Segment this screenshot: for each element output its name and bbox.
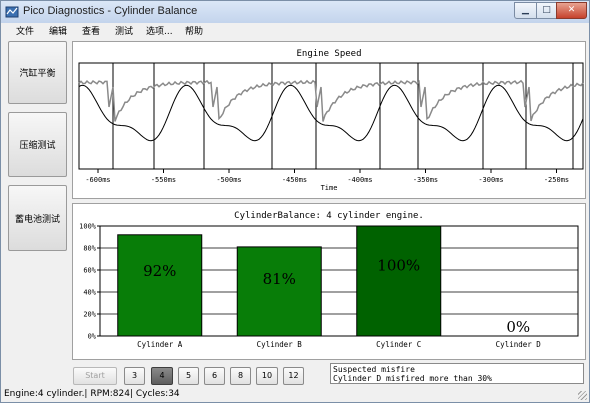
title-bar: Pico Diagnostics - Cylinder Balance ▁ □ … [1, 1, 589, 23]
battery-test-button[interactable]: 蓄电池测试 [8, 185, 67, 251]
balance-y-tick-label: 100% [79, 223, 97, 231]
window-title: Pico Diagnostics - Cylinder Balance [23, 5, 198, 17]
cylinder-balance-button[interactable]: 汽缸平衡 [8, 41, 67, 104]
status-text: Engine:4 cylinder.| RPM:824| Cycles:34 [4, 389, 180, 399]
battery-test-label: 蓄电池测试 [14, 214, 60, 225]
cycle-option-button[interactable]: 6 [204, 367, 225, 385]
engine-speed-plot-area [78, 62, 584, 170]
maximize-button[interactable]: □ [536, 2, 557, 19]
resize-grip-icon[interactable] [578, 391, 587, 400]
cycle-option-button[interactable]: 12 [283, 367, 304, 385]
compression-test-label: 压缩测试 [19, 141, 56, 151]
balance-category-label: Cylinder B [257, 340, 303, 349]
engine-speed-chart: Engine Speed -600ms -550ms -500ms -450ms -40… [78, 49, 584, 192]
cycle-option-button[interactable]: 4 [151, 367, 173, 385]
engine-speed-title: Engine Speed [296, 49, 361, 59]
balance-y-tick-label: 80% [83, 245, 96, 253]
menu-bar: 文件 编辑 查看 测试 选项... 帮助 [1, 23, 589, 38]
cycle-option-button[interactable]: 10 [256, 367, 278, 385]
balance-category-label: Cylinder C [376, 340, 421, 349]
speed-x-tick-label: -300ms [478, 176, 503, 184]
balance-bar-value-label: 0% [506, 318, 530, 336]
engine-speed-xlabel: Time [321, 184, 338, 192]
app-icon [5, 6, 19, 18]
cycle-option-button[interactable]: 8 [230, 367, 251, 385]
message-box: Suspected misfire Cylinder D misfired mo… [330, 363, 584, 384]
close-button[interactable]: ✕ [556, 2, 587, 19]
menu-test[interactable]: 测试 [115, 24, 133, 37]
menu-options[interactable]: 选项... [146, 24, 173, 37]
menu-help[interactable]: 帮助 [185, 24, 203, 37]
cycle-option-button[interactable]: 3 [124, 367, 145, 385]
speed-x-tick-label: -250ms [544, 176, 569, 184]
maximize-icon: □ [542, 5, 551, 15]
cylinder-balance-label: 汽缸平衡 [19, 69, 56, 79]
balance-y-tick-label: 60% [83, 267, 96, 275]
speed-x-tick-label: -400ms [347, 176, 372, 184]
menu-view[interactable]: 查看 [82, 24, 100, 37]
cylinder-balance-title: CylinderBalance: 4 cylinder engine. [234, 211, 424, 221]
balance-y-tick-label: 20% [83, 311, 96, 319]
minimize-icon: ▁ [522, 5, 529, 15]
message-line-1: Suspected misfire [333, 365, 415, 374]
balance-bar-value-label: 100% [377, 257, 420, 275]
compression-test-button[interactable]: 压缩测试 [8, 112, 67, 177]
balance-bar-value-label: 92% [143, 262, 176, 280]
menu-file[interactable]: 文件 [16, 24, 34, 37]
balance-y-tick-label: 0% [88, 333, 97, 341]
speed-x-tick-label: -550ms [151, 176, 176, 184]
minimize-button[interactable]: ▁ [514, 2, 537, 19]
balance-bar [117, 234, 203, 337]
balance-category-label: Cylinder D [496, 340, 542, 349]
speed-x-tick-label: -500ms [216, 176, 241, 184]
engine-speed-panel: Engine Speed -600ms -550ms -500ms -450ms -40… [72, 41, 586, 199]
balance-bar [356, 225, 442, 337]
cylinder-balance-panel: CylinderBalance: 4 cylinder engine. 92% 8… [72, 203, 586, 360]
cylinder-balance-chart: CylinderBalance: 4 cylinder engine. 92% 8… [79, 211, 579, 349]
speed-x-tick-label: -600ms [85, 176, 110, 184]
speed-x-tick-label: -450ms [282, 176, 307, 184]
message-line-2: Cylinder D misfired more than 30% [333, 374, 492, 383]
start-button[interactable]: Start [73, 367, 117, 385]
status-bar: Engine:4 cylinder.| RPM:824| Cycles:34 [1, 388, 589, 402]
speed-x-tick-label: -350ms [413, 176, 438, 184]
balance-bar-value-label: 81% [263, 270, 296, 288]
menu-edit[interactable]: 编辑 [49, 24, 67, 37]
balance-bar [236, 246, 322, 337]
balance-category-label: Cylinder A [137, 340, 183, 349]
cycle-option-button[interactable]: 5 [178, 367, 199, 385]
close-icon: ✕ [567, 5, 576, 15]
app-window: Pico Diagnostics - Cylinder Balance ▁ □ … [0, 0, 590, 403]
balance-y-tick-label: 40% [83, 289, 96, 297]
